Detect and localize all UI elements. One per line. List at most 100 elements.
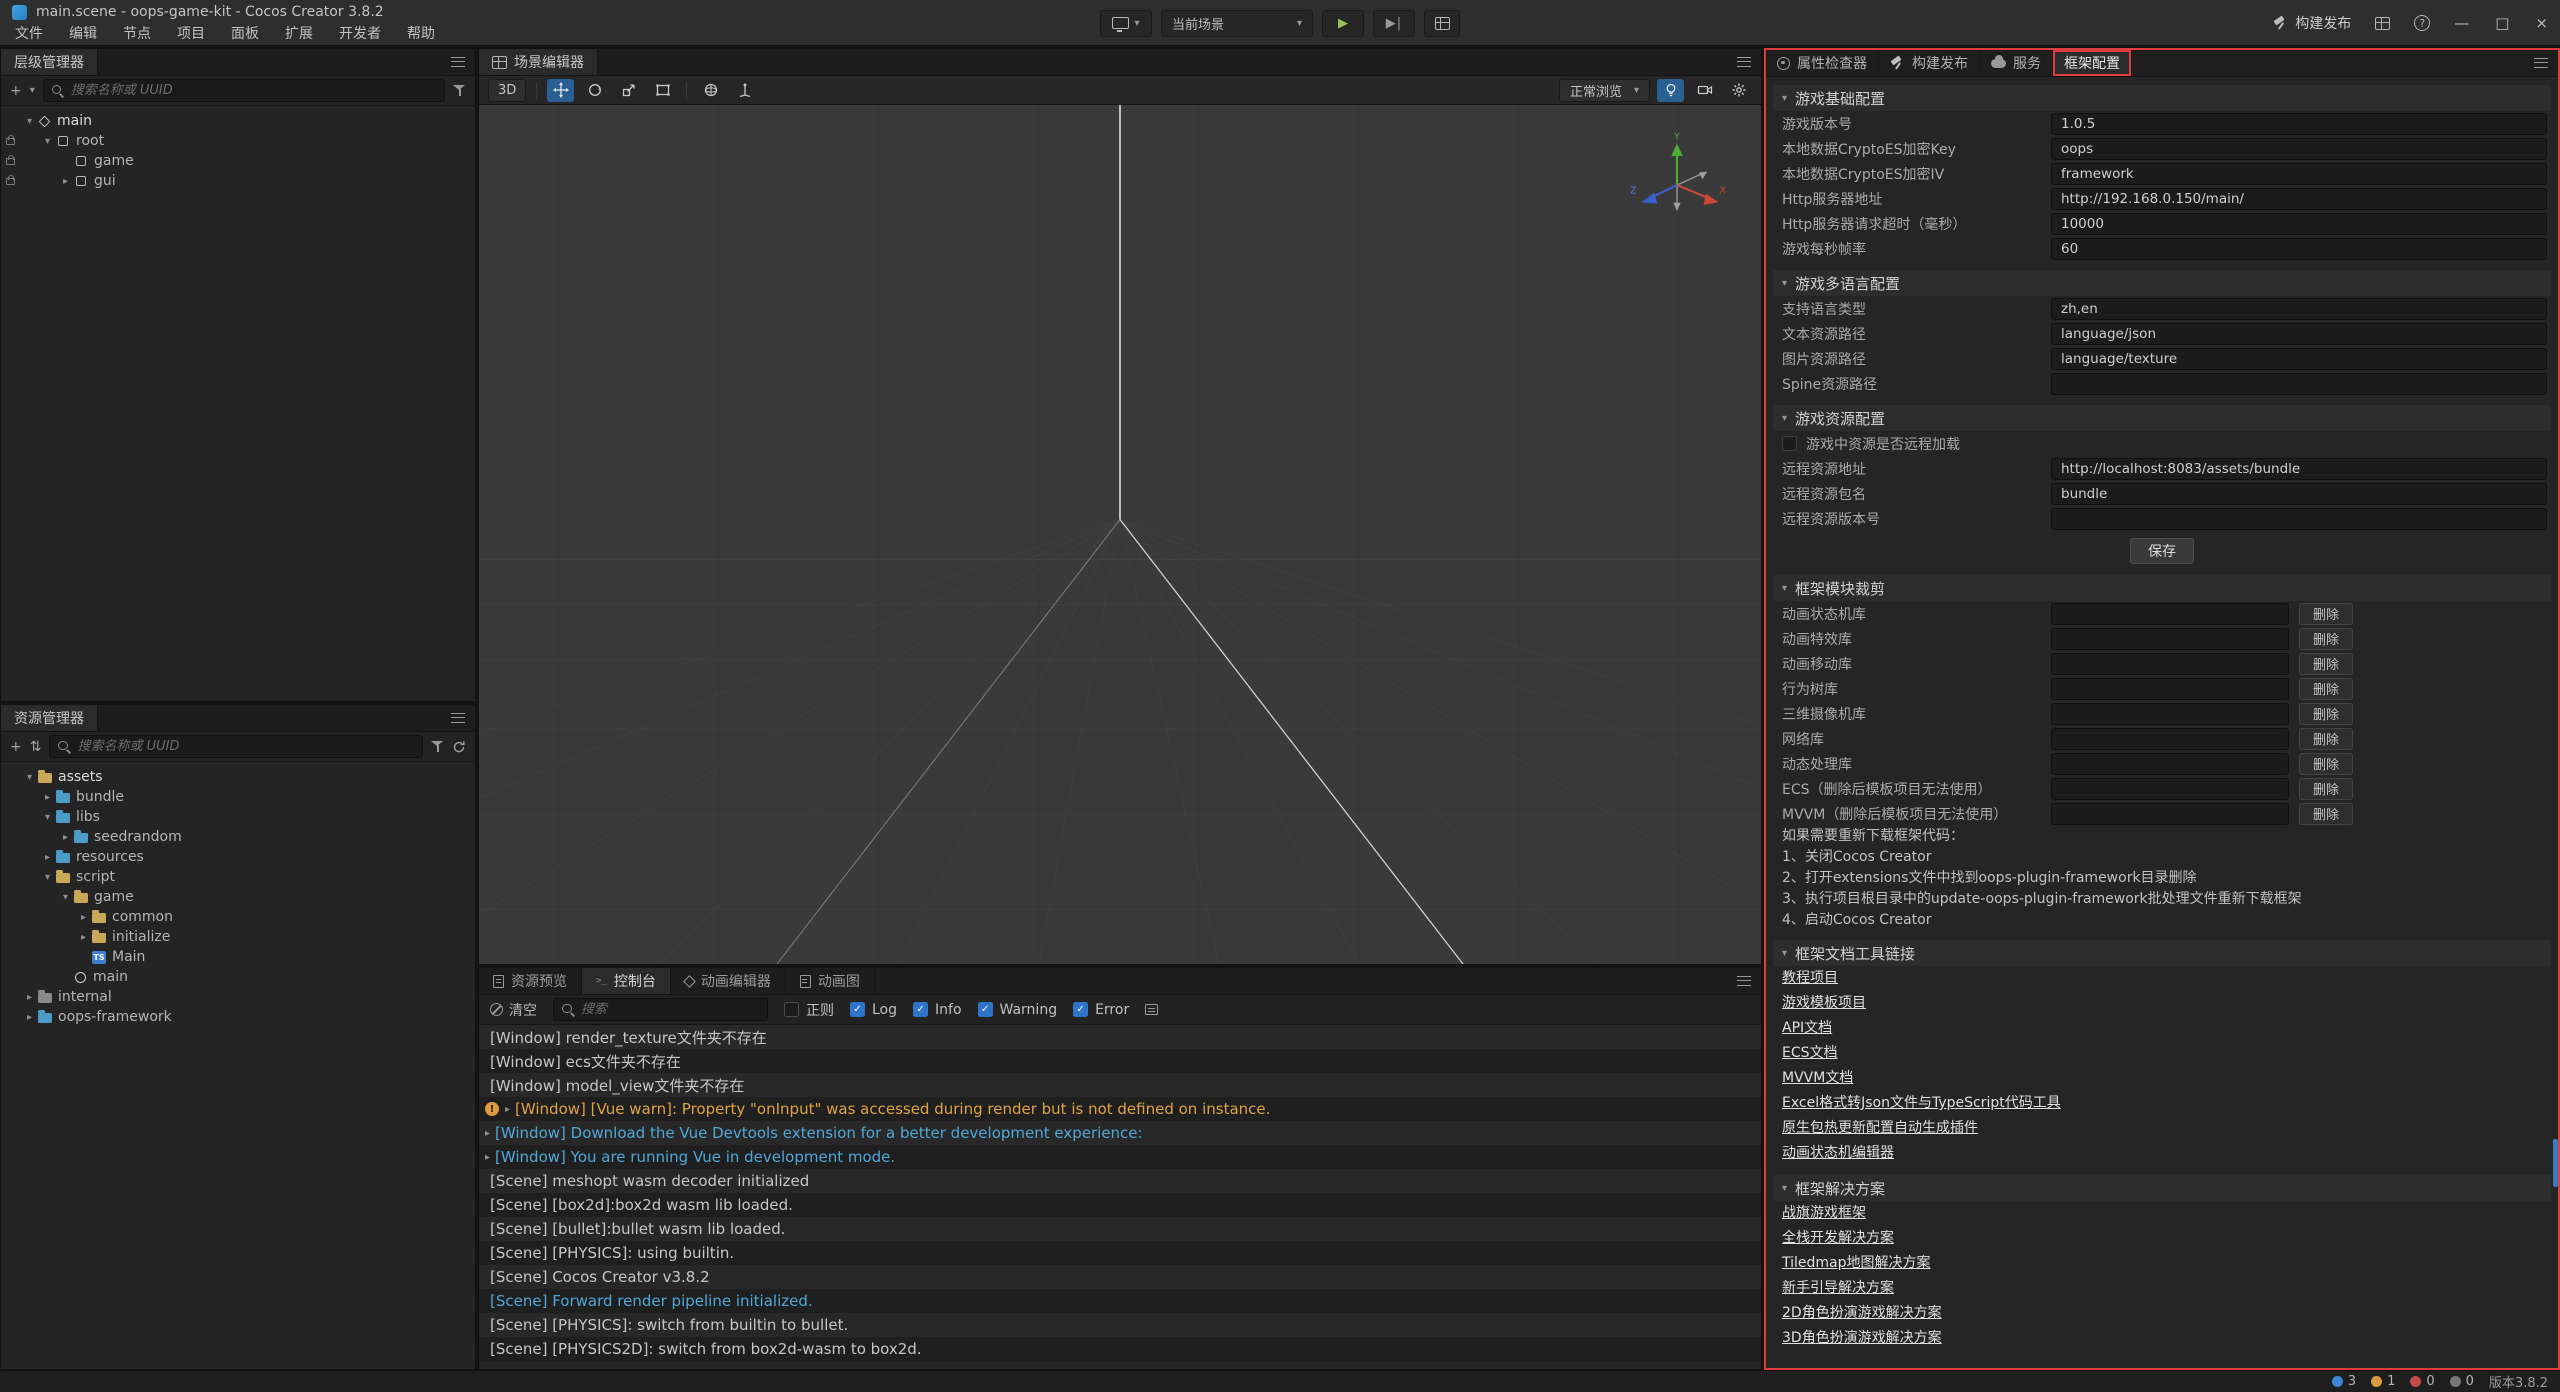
expand-arrow-icon[interactable]: ▾: [21, 772, 38, 783]
regex-toggle[interactable]: 正则: [784, 1000, 834, 1020]
scale-tool-button[interactable]: [615, 79, 642, 102]
asset-row[interactable]: ▸ internal: [1, 987, 475, 1007]
expand-arrow-icon[interactable]: ▸: [39, 792, 56, 803]
menu-item[interactable]: 面板: [218, 21, 272, 45]
log-row[interactable]: ▸ [Window] Download the Vue Devtools ext…: [479, 1121, 1761, 1145]
expand-arrow-icon[interactable]: ▸: [21, 1012, 38, 1023]
module-input[interactable]: [2051, 653, 2289, 675]
filter-checkbox[interactable]: [913, 1002, 928, 1017]
hierarchy-search-input[interactable]: [71, 83, 436, 98]
delete-module-button[interactable]: 删除: [2299, 678, 2353, 700]
menu-item[interactable]: 扩展: [272, 21, 326, 45]
message-counter[interactable]: 3: [2332, 1374, 2356, 1389]
panel-menu-icon[interactable]: [2534, 58, 2548, 68]
filter-icon[interactable]: [431, 741, 444, 753]
section-module-trim[interactable]: ▾ 框架模块裁剪: [1773, 575, 2551, 601]
menu-item[interactable]: 项目: [164, 21, 218, 45]
solution-link[interactable]: Tiledmap地图解决方案: [1773, 1251, 1931, 1276]
expand-arrow-icon[interactable]: ▸: [75, 912, 92, 923]
section-resource-config[interactable]: ▾ 游戏资源配置: [1773, 405, 2551, 431]
hierarchy-node-row[interactable]: ▾ root: [1, 131, 475, 151]
asset-row[interactable]: ▾ libs: [1, 807, 475, 827]
section-solutions[interactable]: ▾ 框架解决方案: [1773, 1175, 2551, 1201]
tab-service[interactable]: 服务: [1980, 50, 2053, 76]
module-input[interactable]: [2051, 628, 2289, 650]
asset-row[interactable]: main: [1, 967, 475, 987]
regex-checkbox[interactable]: [784, 1002, 799, 1017]
rect-tool-button[interactable]: [649, 79, 676, 102]
module-input[interactable]: [2051, 778, 2289, 800]
config-input[interactable]: [2051, 138, 2547, 160]
collapse-logs-icon[interactable]: [1145, 1004, 1158, 1015]
assets-search-input[interactable]: [77, 739, 414, 754]
config-input[interactable]: [2051, 373, 2547, 395]
panel-menu-icon[interactable]: [1737, 976, 1751, 986]
asset-row[interactable]: ▾ assets: [1, 767, 475, 787]
menu-item[interactable]: 文件: [2, 21, 56, 45]
hierarchy-node-row[interactable]: ▸ gui: [1, 171, 475, 191]
solution-link[interactable]: 战旗游戏框架: [1773, 1201, 1866, 1226]
doc-link[interactable]: MVVM文档: [1773, 1066, 1853, 1091]
module-input[interactable]: [2051, 803, 2289, 825]
log-row[interactable]: [Scene] [PHYSICS2D]: switch from box2d-w…: [479, 1337, 1761, 1361]
config-input[interactable]: [2051, 213, 2547, 235]
rotate-tool-button[interactable]: [581, 79, 608, 102]
config-input[interactable]: [2051, 188, 2547, 210]
panel-menu-icon[interactable]: [1737, 57, 1751, 67]
message-counter[interactable]: 1: [2371, 1374, 2395, 1389]
log-row[interactable]: [Window] model_view文件夹不存在: [479, 1073, 1761, 1097]
delete-module-button[interactable]: 删除: [2299, 778, 2353, 800]
menu-item[interactable]: 编辑: [56, 21, 110, 45]
expand-arrow-icon[interactable]: ▸: [485, 1128, 490, 1139]
log-filter-toggle[interactable]: Error: [1073, 1002, 1129, 1018]
section-language-config[interactable]: ▾ 游戏多语言配置: [1773, 270, 2551, 296]
doc-link[interactable]: API文档: [1773, 1016, 1832, 1041]
sort-assets-icon[interactable]: ⇅: [30, 739, 42, 755]
expand-arrow-icon[interactable]: ▸: [21, 992, 38, 1003]
delete-module-button[interactable]: 删除: [2299, 803, 2353, 825]
expand-arrow-icon[interactable]: ▸: [75, 932, 92, 943]
asset-row[interactable]: ▸ seedrandom: [1, 827, 475, 847]
console-search[interactable]: [553, 998, 768, 1021]
add-asset-button[interactable]: +: [10, 739, 22, 755]
module-input[interactable]: [2051, 753, 2289, 775]
hierarchy-title-tab[interactable]: 层级管理器: [1, 49, 98, 75]
expand-arrow-icon[interactable]: ▾: [39, 872, 56, 883]
log-row[interactable]: [Scene] meshopt wasm decoder initialized: [479, 1169, 1761, 1193]
save-button[interactable]: 保存: [2130, 538, 2194, 564]
log-row[interactable]: [Scene] [bullet]:bullet wasm lib loaded.: [479, 1217, 1761, 1241]
config-input[interactable]: [2051, 113, 2547, 135]
expand-arrow-icon[interactable]: ▸: [57, 176, 74, 187]
log-row[interactable]: [Scene] Forward render pipeline initiali…: [479, 1289, 1761, 1313]
hierarchy-search[interactable]: [43, 79, 445, 102]
filter-icon[interactable]: [453, 85, 466, 97]
expand-arrow-icon[interactable]: ▾: [39, 812, 56, 823]
menu-item[interactable]: 开发者: [326, 21, 394, 45]
minimize-button[interactable]: —: [2454, 14, 2469, 32]
section-doc-links[interactable]: ▾ 框架文档工具链接: [1773, 940, 2551, 966]
console-tab[interactable]: 资源预览: [479, 968, 582, 994]
console-tab[interactable]: 动画图: [786, 968, 875, 994]
console-tab[interactable]: 动画编辑器: [671, 968, 786, 994]
pivot-toggle-button[interactable]: [697, 79, 724, 102]
add-node-caret-icon[interactable]: ▾: [30, 85, 35, 96]
log-filter-toggle[interactable]: Info: [913, 1002, 962, 1018]
lighting-toggle-button[interactable]: [1657, 79, 1684, 102]
delete-module-button[interactable]: 删除: [2299, 703, 2353, 725]
panel-layout-icon[interactable]: [2375, 17, 2390, 30]
preview-target-select[interactable]: ▾: [1100, 10, 1152, 37]
solution-link[interactable]: 2D角色扮演游戏解决方案: [1773, 1301, 1942, 1326]
module-input[interactable]: [2051, 728, 2289, 750]
close-button[interactable]: ×: [2535, 14, 2548, 32]
console-search-input[interactable]: [581, 1002, 759, 1017]
expand-arrow-icon[interactable]: ▸: [485, 1152, 490, 1163]
module-input[interactable]: [2051, 678, 2289, 700]
config-input[interactable]: [2051, 323, 2547, 345]
lock-icon[interactable]: [6, 138, 15, 145]
delete-module-button[interactable]: 删除: [2299, 603, 2353, 625]
delete-module-button[interactable]: 删除: [2299, 653, 2353, 675]
asset-row[interactable]: ▸ bundle: [1, 787, 475, 807]
refresh-icon[interactable]: [452, 740, 466, 754]
log-row[interactable]: [Scene] [box2d]:box2d wasm lib loaded.: [479, 1193, 1761, 1217]
log-row[interactable]: [Scene] Cocos Creator v3.8.2: [479, 1265, 1761, 1289]
